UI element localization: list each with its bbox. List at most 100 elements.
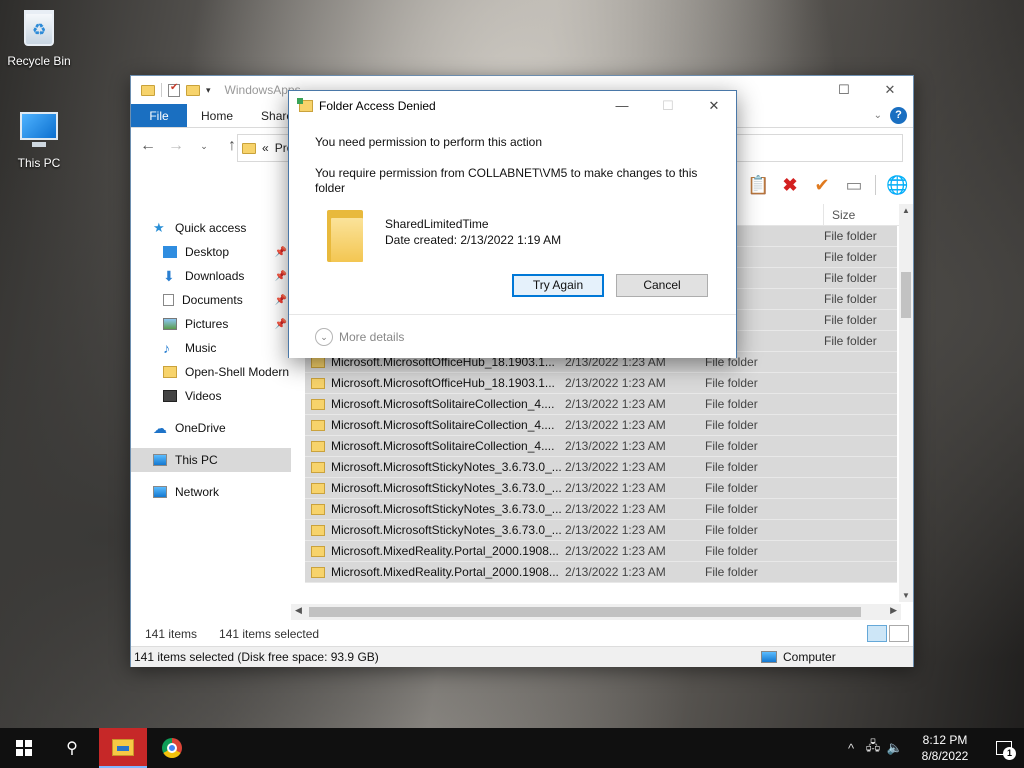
- column-header: Size: [737, 203, 899, 226]
- nav-item-documents[interactable]: Documents 📌: [131, 288, 291, 312]
- tab-home[interactable]: Home: [187, 104, 247, 127]
- row-date: 2/13/2022 1:23 AM: [565, 523, 666, 537]
- taskbar-file-explorer[interactable]: [99, 728, 147, 768]
- date-created: Date created: 2/13/2022 1:19 AM: [385, 233, 562, 247]
- table-row[interactable]: Microsoft.MicrosoftStickyNotes_3.6.73.0_…: [305, 478, 897, 499]
- properties-icon[interactable]: [168, 82, 180, 97]
- recent-locations-icon[interactable]: ⌄: [195, 141, 213, 152]
- new-folder-icon[interactable]: [186, 84, 200, 96]
- row-type: File folder: [824, 250, 877, 264]
- nav-item-this-pc[interactable]: This PC: [131, 448, 291, 472]
- network-icon[interactable]: 🖧: [862, 737, 884, 759]
- nav-item-quick-access[interactable]: ★ Quick access: [131, 216, 291, 240]
- network-icon: [153, 486, 167, 498]
- column-header-size[interactable]: Size: [832, 208, 855, 222]
- scroll-down-icon[interactable]: ▼: [899, 591, 913, 600]
- folder-icon: [242, 142, 256, 154]
- scrollbar-thumb[interactable]: [901, 272, 911, 318]
- document-icon: [163, 294, 174, 306]
- nav-item-network[interactable]: Network: [131, 480, 291, 504]
- horizontal-scrollbar[interactable]: ◀ ▶: [291, 604, 901, 620]
- help-icon[interactable]: ?: [890, 107, 907, 124]
- paste-icon[interactable]: 📋: [747, 174, 769, 196]
- music-note-icon: ♪: [163, 340, 170, 356]
- minimize-icon[interactable]: —: [599, 91, 645, 121]
- table-row[interactable]: Microsoft.MicrosoftSolitaireCollection_4…: [305, 394, 897, 415]
- row-date: 2/13/2022 1:23 AM: [565, 418, 666, 432]
- status-location: Computer: [783, 650, 836, 664]
- table-row[interactable]: Microsoft.MicrosoftOfficeHub_18.1903.1..…: [305, 373, 897, 394]
- vertical-scrollbar[interactable]: ▲ ▼: [899, 204, 913, 602]
- rename-icon[interactable]: ▭: [843, 174, 865, 196]
- expand-ribbon-icon[interactable]: ⌄: [874, 110, 882, 121]
- large-icons-view-icon[interactable]: [889, 625, 909, 642]
- table-row[interactable]: Microsoft.MixedReality.Portal_2000.1908.…: [305, 541, 897, 562]
- nav-item-pictures[interactable]: Pictures 📌: [131, 312, 291, 336]
- film-icon: [163, 390, 177, 402]
- scroll-right-icon[interactable]: ▶: [890, 605, 897, 616]
- try-again-button[interactable]: Try Again: [512, 274, 604, 297]
- action-center-button[interactable]: 1: [984, 728, 1024, 768]
- pin-icon: 📌: [274, 270, 287, 282]
- search-button[interactable]: ⚲: [48, 728, 96, 768]
- row-date: 2/13/2022 1:23 AM: [565, 376, 666, 390]
- table-row[interactable]: Microsoft.MicrosoftSolitaireCollection_4…: [305, 436, 897, 457]
- delete-icon[interactable]: ✖: [779, 174, 801, 196]
- table-row[interactable]: Microsoft.MicrosoftStickyNotes_3.6.73.0_…: [305, 520, 897, 541]
- table-row[interactable]: Microsoft.MixedReality.Portal_2000.1908.…: [305, 562, 897, 583]
- volume-icon[interactable]: 🔈: [884, 740, 906, 756]
- scroll-left-icon[interactable]: ◀: [295, 605, 302, 616]
- desktop-icon-recycle-bin[interactable]: Recycle Bin: [3, 8, 75, 68]
- clock[interactable]: 8:12 PM 8/8/2022: [906, 732, 984, 764]
- divider: [161, 83, 162, 97]
- table-row[interactable]: Microsoft.MicrosoftStickyNotes_3.6.73.0_…: [305, 457, 897, 478]
- address-overflow[interactable]: «: [262, 141, 269, 155]
- taskbar-chrome[interactable]: [148, 728, 196, 768]
- customize-toolbar-icon[interactable]: ▾: [206, 85, 211, 96]
- nav-item-onedrive[interactable]: ☁ OneDrive: [131, 416, 291, 440]
- nav-item-music[interactable]: ♪ Music: [131, 336, 291, 360]
- cloud-icon: ☁: [153, 420, 167, 436]
- computer-icon: [153, 454, 167, 466]
- nav-label: Network: [175, 485, 220, 499]
- forward-arrow-icon[interactable]: →: [167, 137, 185, 155]
- details-view-icon[interactable]: [867, 625, 887, 642]
- nav-item-videos[interactable]: Videos: [131, 384, 291, 408]
- folder-icon: [311, 398, 325, 410]
- computer-icon: [19, 112, 59, 152]
- folder-icon: [311, 545, 325, 557]
- dialog-message: You need permission to perform this acti…: [315, 135, 543, 149]
- tab-file[interactable]: File: [131, 104, 187, 127]
- nav-label: Downloads: [185, 269, 245, 283]
- close-icon[interactable]: ✕: [867, 76, 913, 104]
- search-icon: ⚲: [66, 740, 78, 757]
- nav-item-open-shell[interactable]: Open-Shell Modern: [131, 360, 291, 384]
- folder-icon[interactable]: [141, 84, 155, 96]
- table-row[interactable]: Microsoft.MicrosoftSolitaireCollection_4…: [305, 415, 897, 436]
- start-button[interactable]: [0, 728, 48, 768]
- table-row[interactable]: Microsoft.MicrosoftStickyNotes_3.6.73.0_…: [305, 499, 897, 520]
- close-icon[interactable]: ✕: [691, 91, 737, 121]
- nav-item-desktop[interactable]: Desktop 📌: [131, 240, 291, 264]
- status-summary: 141 items 141 items selected: [131, 624, 913, 644]
- desktop-icon-this-pc[interactable]: This PC: [3, 108, 75, 170]
- scroll-up-icon[interactable]: ▲: [899, 206, 913, 215]
- folder-icon: [311, 566, 325, 578]
- back-arrow-icon[interactable]: ←: [139, 137, 157, 155]
- globe-icon[interactable]: 🌐: [886, 174, 908, 196]
- row-name: Microsoft.MicrosoftSolitaireCollection_4…: [331, 439, 555, 453]
- row-type: File folder: [705, 397, 758, 411]
- cancel-button[interactable]: Cancel: [616, 274, 708, 297]
- dialog-detail-message: You require permission from COLLABNET\VM…: [315, 166, 698, 195]
- folder-icon: [311, 356, 325, 368]
- checkmark-icon[interactable]: ✔: [811, 174, 833, 196]
- windows-logo-icon: [16, 740, 32, 756]
- desktop-icon-label: Recycle Bin: [7, 54, 71, 68]
- maximize-icon[interactable]: ☐: [821, 76, 867, 104]
- show-hidden-icons-chevron-icon[interactable]: ^: [840, 741, 862, 756]
- dialog-titlebar: Folder Access Denied — ☐ ✕: [289, 91, 736, 121]
- scrollbar-thumb[interactable]: [309, 607, 861, 617]
- folder-icon: [327, 210, 363, 262]
- nav-item-downloads[interactable]: ⬇ Downloads 📌: [131, 264, 291, 288]
- more-details-toggle[interactable]: ⌄ More details: [289, 314, 736, 358]
